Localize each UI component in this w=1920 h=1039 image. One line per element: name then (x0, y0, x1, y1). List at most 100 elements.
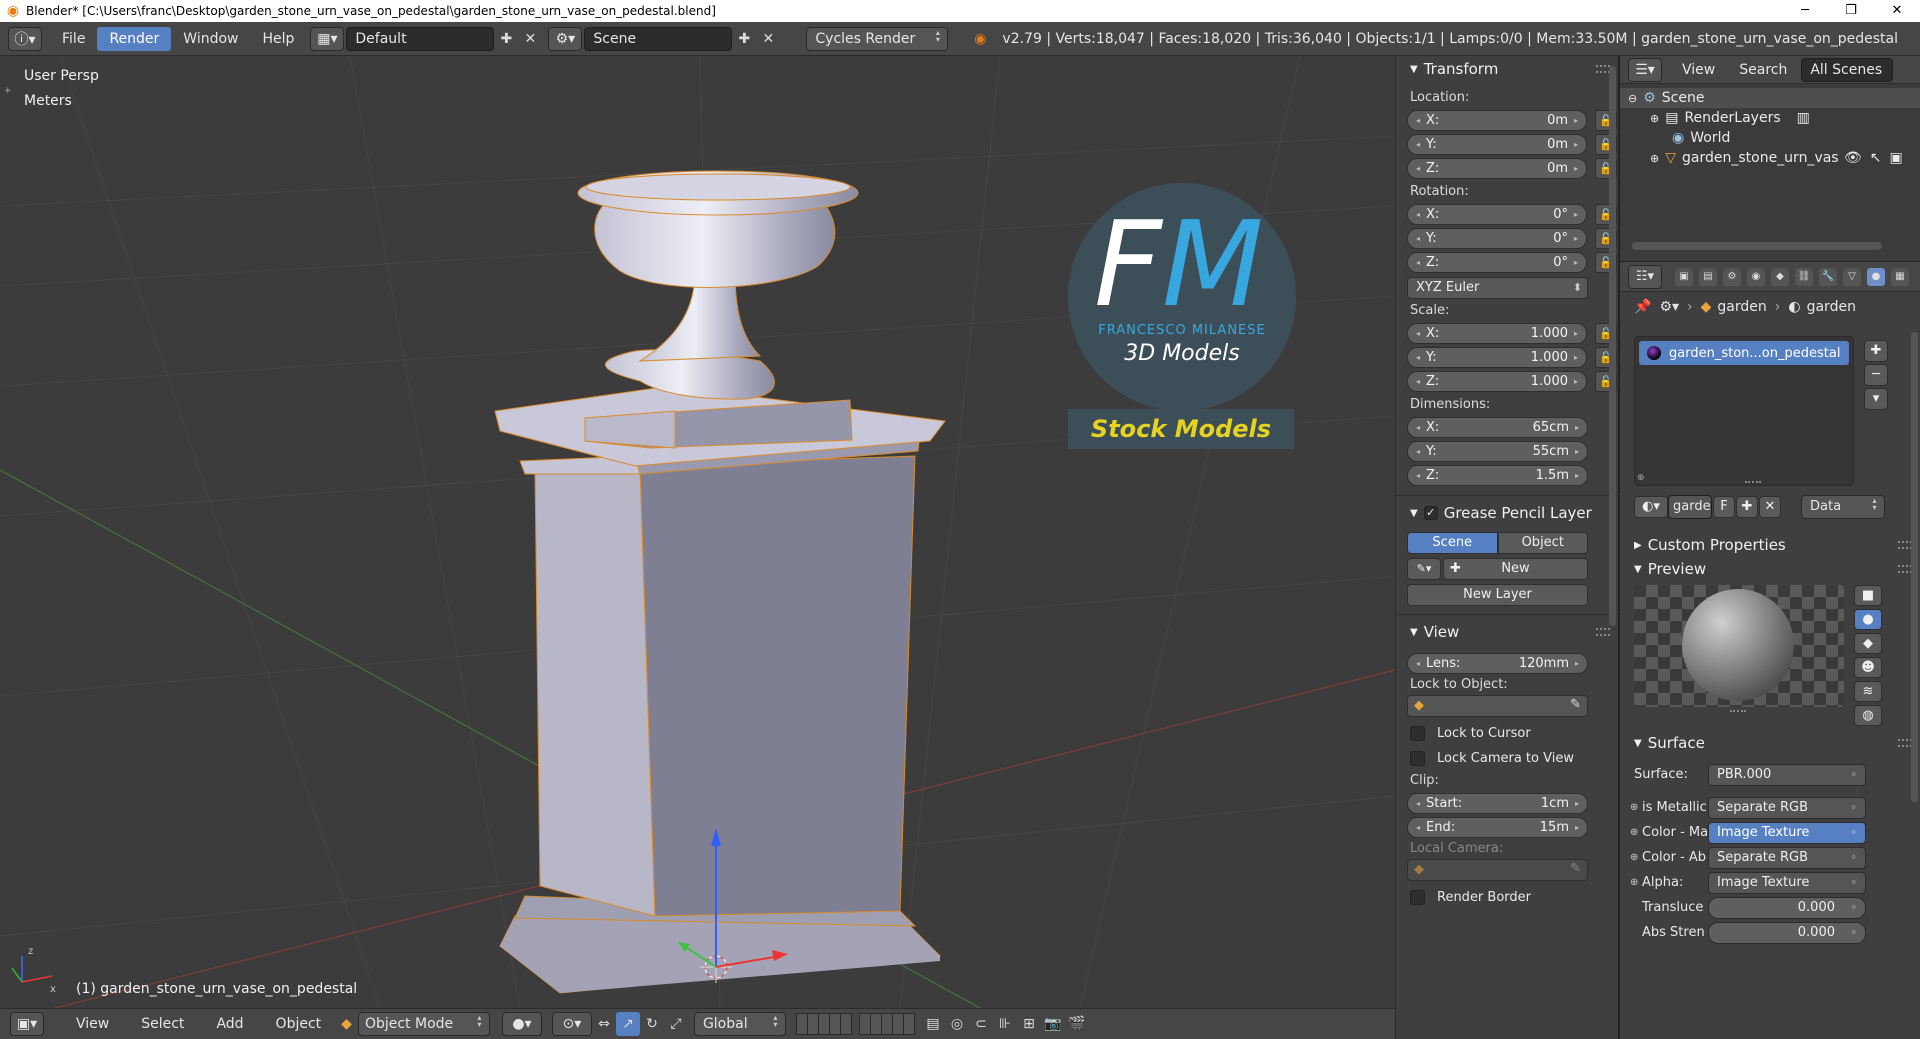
minimize-button[interactable]: ─ (1782, 0, 1828, 22)
outliner-item-scene[interactable]: ⊖ ⚙ Scene (1620, 88, 1920, 108)
drag-grip-icon[interactable] (1898, 565, 1912, 573)
viewport-shading-icon[interactable]: ●▾ (501, 1012, 542, 1036)
add-scene-icon[interactable]: ✚ (732, 27, 756, 51)
world-tab-icon[interactable]: ◉ (1747, 267, 1765, 286)
input-abs-strength-field[interactable]: 0.000 (1708, 921, 1866, 944)
location-x-field[interactable]: ◂ X: 0m ▸ (1407, 109, 1587, 131)
slot-specials-icon[interactable]: ▾ (1864, 388, 1888, 410)
toolshelf-toggle-icon[interactable]: + (4, 86, 12, 96)
location-z-field[interactable]: ◂ Z: 0m ▸ (1407, 157, 1587, 179)
drag-grip-icon[interactable] (1596, 65, 1610, 73)
expand-icon[interactable]: ⊕ (1650, 112, 1659, 125)
lock-object-field[interactable]: ◆ ✎ (1407, 695, 1588, 717)
menu-select[interactable]: Select (129, 1012, 196, 1036)
texture-tab-icon[interactable]: ▦ (1891, 267, 1909, 286)
expand-node-icon[interactable]: ⊕ (1630, 827, 1638, 838)
input-color-ab-field[interactable]: Separate RGB (1708, 846, 1866, 869)
preview-resize-grip[interactable] (1730, 710, 1746, 712)
tab-scene[interactable]: Scene (1407, 532, 1498, 554)
render-engine-dropdown[interactable]: Cycles Render (806, 26, 949, 51)
lock-camera-checkbox[interactable] (1410, 751, 1425, 766)
outliner-filter-dropdown[interactable]: All Scenes (1801, 57, 1894, 82)
outliner-item-object[interactable]: ⊕ ▽ garden_stone_urn_vas 👁 ↖ ▣ (1620, 148, 1920, 168)
outliner-menu-view[interactable]: View (1670, 58, 1727, 82)
proportional-edit-icon[interactable]: ◎ (945, 1012, 969, 1036)
menu-object[interactable]: Object (264, 1012, 334, 1036)
new-grease-pencil-button[interactable]: ✚ New (1443, 558, 1588, 580)
scene-field[interactable]: Scene (584, 26, 733, 51)
dimensions-x-field[interactable]: ◂ X: 65cm ▸ (1407, 416, 1588, 438)
outliner-scrollbar[interactable] (1632, 242, 1882, 250)
3d-viewport[interactable]: z x User Persp Meters (1) garden_stone_u… (0, 56, 1395, 1008)
clip-end-field[interactable]: ◂ End: 15m ▸ (1407, 816, 1588, 838)
expand-icon[interactable]: ⊖ (1628, 92, 1637, 105)
screen-layout-icon[interactable]: ▦▾ (310, 26, 345, 51)
panel-scrollbar[interactable] (1609, 66, 1616, 626)
manipulator-toggle-icon[interactable]: ⇔ (592, 1012, 616, 1036)
menu-file[interactable]: File (50, 27, 97, 51)
input-alpha-field[interactable]: Image Texture (1708, 871, 1866, 894)
orientation-dropdown[interactable]: Global (693, 1012, 786, 1036)
scene-tab-icon[interactable]: ⚙ (1723, 267, 1741, 286)
dimensions-y-field[interactable]: ◂ Y: 55cm ▸ (1407, 440, 1588, 462)
scale-x-field[interactable]: ◂ X: 1.000 ▸ (1407, 322, 1587, 344)
lens-field[interactable]: ◂ Lens: 120mm ▸ (1407, 652, 1588, 674)
location-y-field[interactable]: ◂ Y: 0m ▸ (1407, 133, 1587, 155)
opengl-animation-icon[interactable]: 🎬 (1065, 1012, 1089, 1036)
preview-cube-icon[interactable]: ◆ (1854, 633, 1882, 654)
remove-scene-icon[interactable]: ✕ (756, 27, 780, 51)
menu-add[interactable]: Add (204, 1012, 255, 1036)
surface-panel-header[interactable]: ▼ Surface (1620, 730, 1920, 756)
material-slots-list[interactable]: garden_ston...on_pedestal ⊕ (1634, 336, 1854, 486)
snap-target-icon[interactable]: ⊞ (1017, 1012, 1041, 1036)
material-name-field[interactable]: garde (1668, 495, 1712, 519)
maximize-button[interactable]: ❐ (1828, 0, 1874, 22)
pin-icon[interactable]: 📌 (1634, 299, 1651, 315)
menu-window[interactable]: Window (171, 27, 250, 51)
render-layer-toggle-icon[interactable]: ▥ (1797, 110, 1810, 126)
expand-icon[interactable]: ⊕ (1650, 152, 1659, 165)
unlink-material-icon[interactable]: ✕ (1759, 496, 1781, 518)
expand-node-icon[interactable]: ⊕ (1630, 802, 1638, 813)
grease-pencil-checkbox[interactable]: ✓ (1423, 506, 1438, 520)
add-layout-icon[interactable]: ✚ (494, 27, 518, 51)
list-filter-icon[interactable]: ⊕ (1637, 473, 1645, 483)
remove-slot-icon[interactable]: ─ (1864, 364, 1888, 386)
rotation-mode-dropdown[interactable]: XYZ Euler (1407, 277, 1588, 299)
editor-type-icon[interactable]: ▣▾ (10, 1012, 44, 1036)
renderable-camera-icon[interactable]: ▣ (1890, 150, 1903, 166)
translate-manipulator-icon[interactable]: ↗ (615, 1012, 640, 1036)
new-material-icon[interactable]: ✚ (1736, 496, 1758, 518)
constraints-tab-icon[interactable]: ⛓ (1795, 267, 1813, 286)
material-tab-icon[interactable]: ● (1867, 267, 1885, 286)
layers-group-1[interactable] (795, 1013, 852, 1035)
scale-manipulator-icon[interactable]: ⤢ (664, 1012, 688, 1036)
drag-grip-icon[interactable] (1898, 541, 1912, 549)
opengl-render-icon[interactable]: 📷 (1041, 1012, 1065, 1036)
scale-y-field[interactable]: ◂ Y: 1.000 ▸ (1407, 346, 1587, 368)
editor-type-info-icon[interactable]: ⓘ▾ (8, 26, 42, 51)
visibility-eye-icon[interactable]: 👁 (1844, 150, 1862, 166)
expand-node-icon[interactable]: ⊕ (1630, 877, 1638, 888)
surface-shader-field[interactable]: PBR.000 (1708, 763, 1866, 786)
scale-z-field[interactable]: ◂ Z: 1.000 ▸ (1407, 370, 1587, 392)
material-slot-item[interactable]: garden_ston...on_pedestal (1639, 341, 1849, 365)
rotate-manipulator-icon[interactable]: ↻ (640, 1012, 664, 1036)
snap-element-icon[interactable]: ⊪ (993, 1012, 1017, 1036)
render-layers-tab-icon[interactable]: ▤ (1699, 267, 1717, 286)
outliner-item-world[interactable]: ◉ World (1620, 128, 1920, 148)
snap-toggle-icon[interactable]: ⊂ (969, 1012, 993, 1036)
clip-start-field[interactable]: ◂ Start: 1cm ▸ (1407, 792, 1588, 814)
properties-editor-icon[interactable]: ☷▾ (1628, 264, 1662, 289)
object-tab-icon[interactable]: ◆ (1771, 267, 1789, 286)
rotation-x-field[interactable]: ◂ X: 0° ▸ (1407, 203, 1587, 225)
lock-camera-row[interactable]: Lock Camera to View (1410, 746, 1618, 771)
outliner-item-renderlayers[interactable]: ⊕ ▤ RenderLayers ▥ (1620, 108, 1920, 128)
expand-node-icon[interactable]: ⊕ (1630, 852, 1638, 863)
selectable-cursor-icon[interactable]: ↖ (1870, 150, 1882, 166)
input-metallic-field[interactable]: Separate RGB (1708, 796, 1866, 819)
menu-help[interactable]: Help (250, 27, 306, 51)
add-slot-icon[interactable]: ✚ (1864, 340, 1888, 362)
tab-object[interactable]: Object (1497, 532, 1588, 554)
list-resize-grip[interactable] (1745, 481, 1761, 483)
